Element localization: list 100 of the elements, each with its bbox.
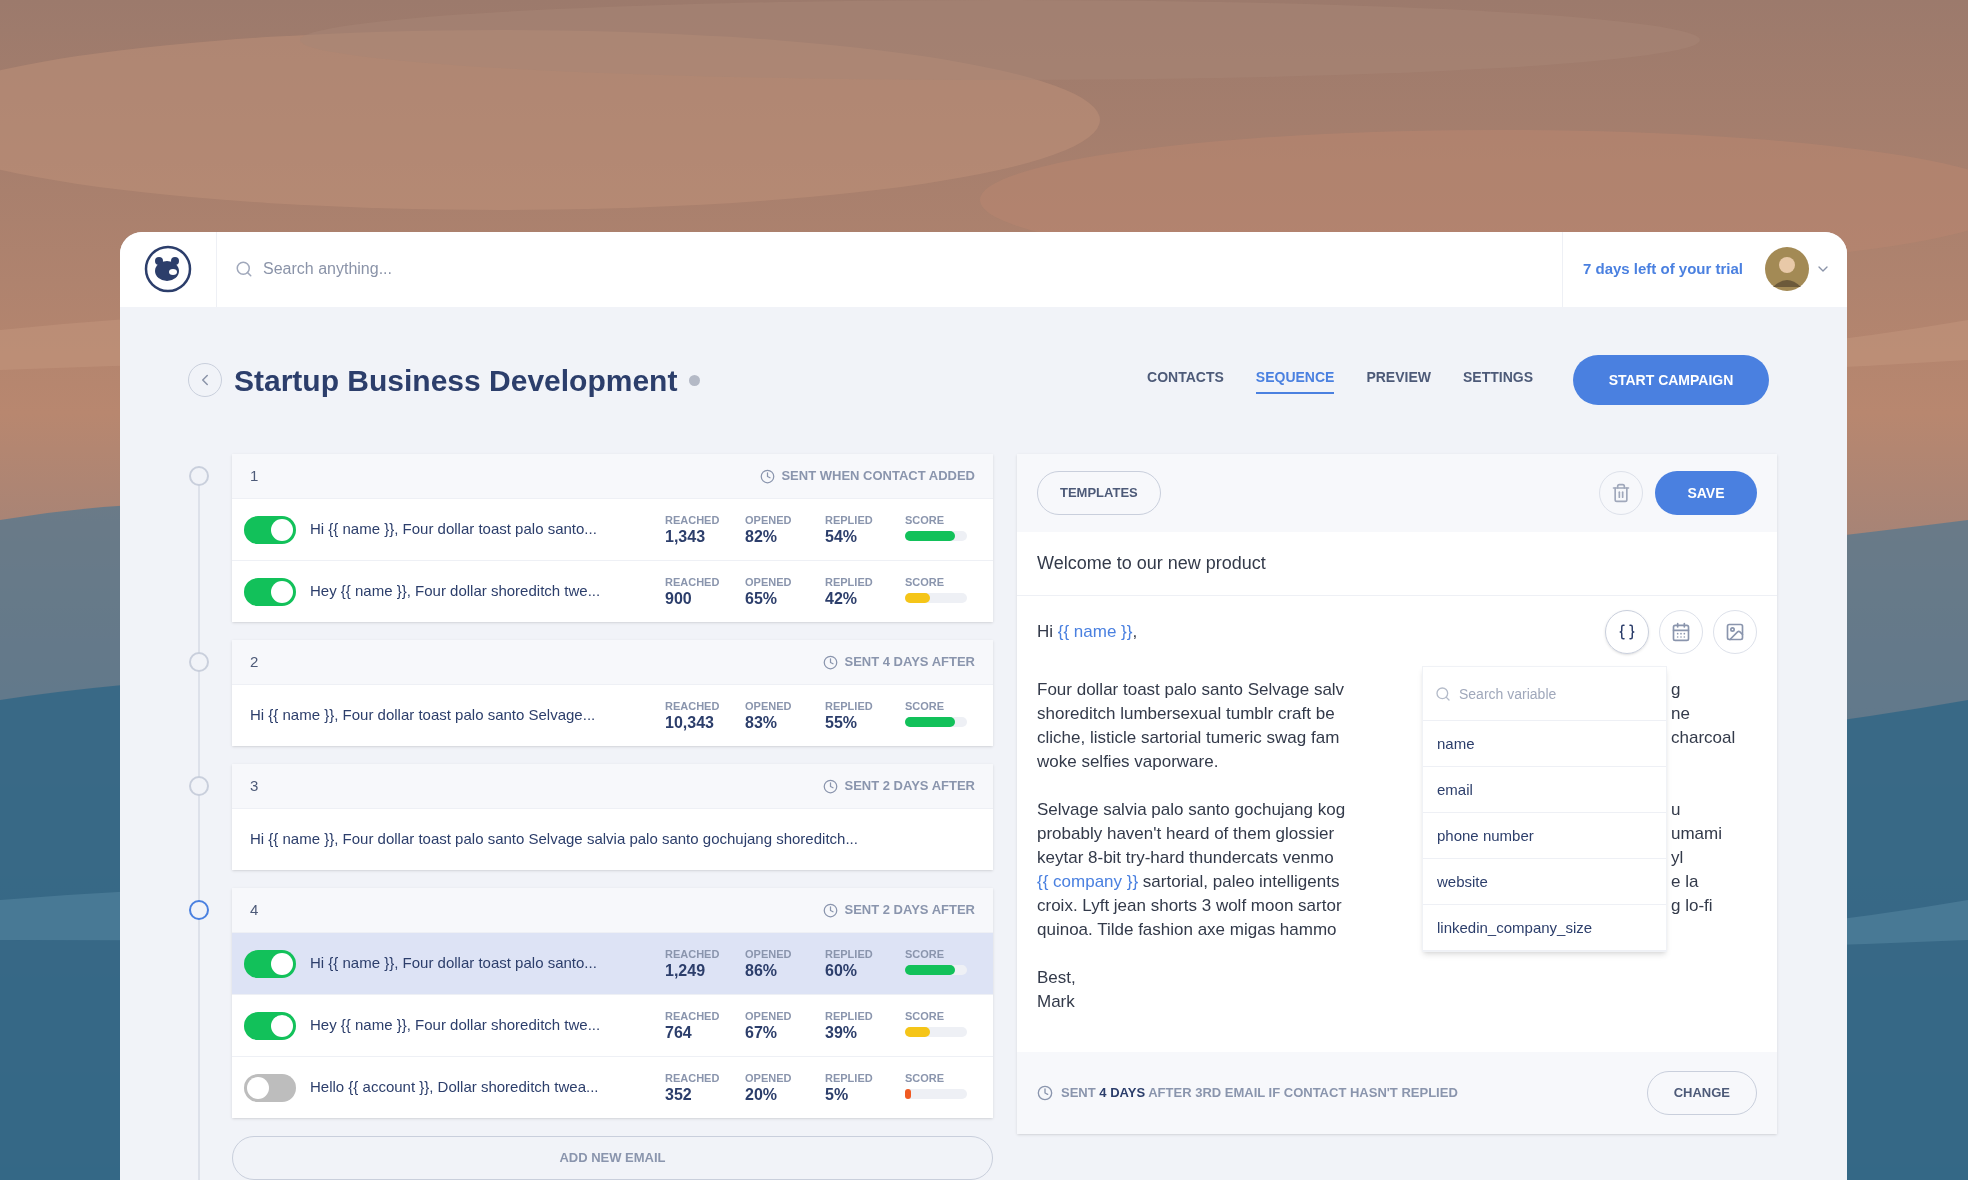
step-schedule: SENT 2 DAYS AFTER	[844, 901, 975, 920]
email-row[interactable]: Hello {{ account }}, Dollar shoreditch twea... REACHED 352 OPENED 20% REPLIED 5% SCORE	[232, 1056, 993, 1118]
toggle-switch[interactable]	[244, 1073, 296, 1102]
email-greeting: Hi {{ name }},	[1037, 621, 1138, 643]
variable-option[interactable]: phone number	[1423, 813, 1666, 859]
email-preview: Hi {{ name }}, Four dollar toast palo santo...	[310, 519, 598, 540]
stat-value: 54%	[825, 526, 859, 547]
stat-label: OPENED	[745, 698, 793, 713]
body-text: shoreditch lumbersexual tumblr craft be	[1037, 703, 1336, 725]
nav-tab[interactable]: PREVIEW	[1366, 366, 1431, 394]
email-row[interactable]: Hey {{ name }}, Four dollar shoreditch twe... REACHED 900 OPENED 65% REPLIED 42% SCORE	[232, 560, 993, 622]
stat-label: OPENED	[745, 946, 793, 961]
braces-icon	[1618, 623, 1636, 641]
stat-label: SCORE	[905, 512, 946, 527]
email-row[interactable]: Hey {{ name }}, Four dollar shoreditch twe... REACHED 764 OPENED 67% REPLIED 39% SCORE	[232, 994, 993, 1056]
stat-label: REPLIED	[825, 698, 874, 713]
calendar-icon	[1671, 622, 1691, 642]
toggle-switch[interactable]	[244, 577, 296, 606]
step-marker[interactable]	[189, 466, 209, 486]
stat-value: 1,343	[665, 526, 707, 547]
variable-option[interactable]: website	[1423, 859, 1666, 905]
variable-search-field[interactable]: Search variable	[1459, 681, 1639, 706]
stat-label: SCORE	[905, 1070, 946, 1085]
stat-value: 67%	[745, 1022, 779, 1043]
stat-label: REACHED	[665, 574, 721, 589]
email-preview: Hi {{ name }}, Four dollar toast palo santo Selvage salvia palo santo gochujang shoreditch...	[249, 829, 858, 850]
save-button[interactable]: SAVE	[1655, 471, 1757, 515]
stat-label: REPLIED	[825, 1070, 874, 1085]
step-schedule: SENT WHEN CONTACT ADDED	[781, 467, 975, 486]
stat-value: 39%	[825, 1022, 859, 1043]
stat-label: SCORE	[905, 574, 946, 589]
stat-label: REACHED	[665, 512, 721, 527]
stat-value: 5%	[825, 1084, 850, 1105]
email-preview: Hey {{ name }}, Four dollar shoreditch twe...	[310, 1015, 602, 1036]
search-icon	[1435, 685, 1451, 702]
email-preview: Hey {{ name }}, Four dollar shoreditch twe...	[310, 581, 602, 602]
search-field[interactable]: Search anything...	[263, 257, 863, 282]
nav-tab[interactable]: CONTACTS	[1147, 366, 1224, 394]
body-text: Selvage salvia palo santo gochujang kog	[1037, 799, 1347, 821]
variable-option[interactable]: name	[1423, 721, 1666, 767]
clock-icon	[823, 778, 839, 794]
toggle-switch[interactable]	[244, 1011, 296, 1040]
stat-label: REACHED	[665, 1008, 721, 1023]
stat-value: 352	[665, 1084, 693, 1105]
body-text: umami	[1670, 823, 1723, 845]
email-row[interactable]: Hi {{ name }}, Four dollar toast palo santo... REACHED 1,343 OPENED 82% REPLIED 54% SCORE	[232, 498, 993, 560]
body-text: woke selfies vaporware.	[1037, 751, 1220, 773]
image-icon	[1725, 622, 1745, 642]
stat-value: 82%	[745, 526, 779, 547]
toggle-switch[interactable]	[244, 949, 296, 978]
email-row[interactable]: Hi {{ name }}, Four dollar toast palo santo Selvage salvia palo santo gochujang shoreditch...	[232, 808, 993, 870]
stat-value: 65%	[745, 588, 779, 609]
stat-label: SCORE	[905, 1008, 946, 1023]
stat-label: OPENED	[745, 1070, 793, 1085]
stat-label: OPENED	[745, 1008, 793, 1023]
body-text: Four dollar toast palo santo Selvage salv	[1037, 679, 1346, 701]
clock-icon	[823, 654, 839, 670]
search-icon	[235, 260, 253, 279]
toggle-switch[interactable]	[244, 515, 296, 544]
stat-value: 86%	[745, 960, 779, 981]
avatar[interactable]	[1765, 247, 1809, 292]
stat-value: 55%	[825, 712, 859, 733]
clock-icon	[823, 902, 839, 918]
campaign-title: Startup Business Development	[234, 362, 678, 399]
step-marker[interactable]	[189, 652, 209, 672]
stat-label: OPENED	[745, 512, 793, 527]
email-subject[interactable]: Welcome to our new product	[1037, 550, 1266, 577]
send-condition: SENT 4 DAYS AFTER 3RD EMAIL IF CONTACT HASN'T REPLIED	[1061, 1084, 1458, 1103]
step-number: 4	[250, 899, 259, 920]
step-number: 3	[250, 775, 259, 796]
stat-label: SCORE	[905, 698, 946, 713]
stat-label: REPLIED	[825, 574, 874, 589]
step-number: 2	[250, 651, 259, 672]
email-row[interactable]: Hi {{ name }}, Four dollar toast palo santo... REACHED 1,249 OPENED 86% REPLIED 60% SCORE	[232, 932, 993, 994]
start-campaign-button[interactable]: START CAMPAIGN	[1573, 355, 1769, 406]
bear-logo-icon[interactable]	[144, 245, 192, 294]
stat-label: REACHED	[665, 1070, 721, 1085]
trial-link[interactable]: 7 days left of your trial	[1582, 258, 1743, 281]
body-text: croix. Lyft jean shorts 3 wolf moon sartor	[1037, 895, 1343, 917]
stat-label: REACHED	[665, 698, 721, 713]
signoff-text: Best,	[1037, 967, 1076, 989]
email-preview: Hello {{ account }}, Dollar shoreditch twea...	[310, 1077, 600, 1098]
email-row[interactable]: Hi {{ name }}, Four dollar toast palo santo Selvage... REACHED 10,343 OPENED 83% REPLIED 55% SCORE	[232, 684, 993, 746]
stat-value: 764	[665, 1022, 693, 1043]
step-schedule: SENT 4 DAYS AFTER	[844, 653, 975, 672]
step-marker[interactable]	[189, 776, 209, 796]
variable-option[interactable]: linkedin_company_size	[1423, 905, 1666, 951]
stat-label: REPLIED	[825, 946, 874, 961]
body-text: probably haven't heard of them glossier	[1037, 823, 1336, 845]
body-text: e la	[1670, 871, 1700, 893]
step-schedule: SENT 2 DAYS AFTER	[844, 777, 975, 796]
body-text: charcoal	[1670, 727, 1737, 749]
body-text: cliche, listicle sartorial tumeric swag fam	[1037, 727, 1341, 749]
nav-tab[interactable]: SETTINGS	[1463, 366, 1533, 394]
stat-value: 900	[665, 588, 693, 609]
stat-value: 83%	[745, 712, 779, 733]
body-text: {{ company }} sartorial, paleo intelligents	[1037, 871, 1341, 893]
stat-value: 60%	[825, 960, 859, 981]
step-marker[interactable]	[189, 900, 209, 920]
variable-option[interactable]: email	[1423, 767, 1666, 813]
